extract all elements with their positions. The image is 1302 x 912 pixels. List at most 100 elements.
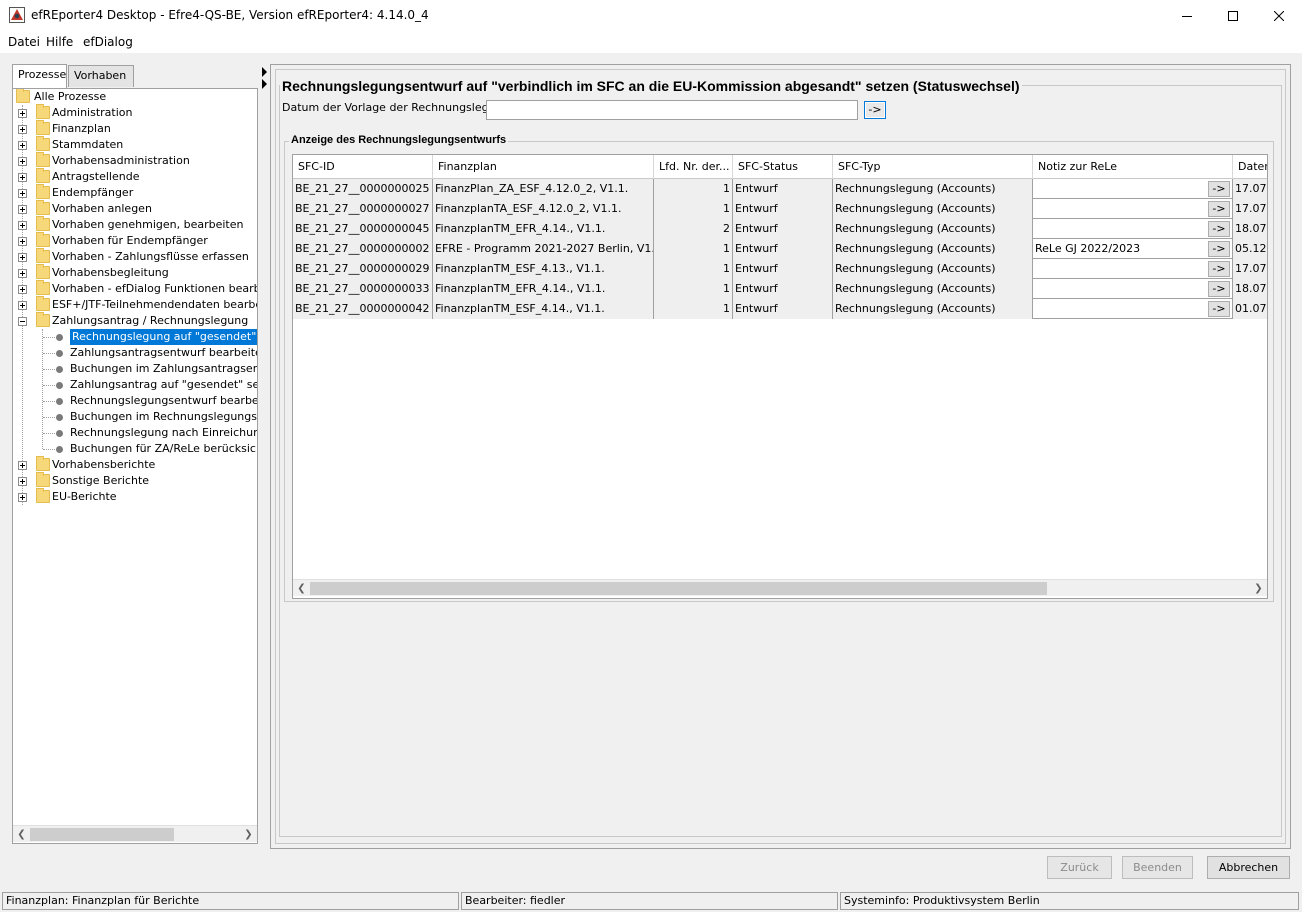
tree-leaf[interactable]: Rechnungslegung nach Einreichung korrigi… bbox=[13, 425, 257, 441]
notiz-edit-button[interactable]: -> bbox=[1208, 181, 1230, 197]
tree-folder[interactable]: ESF+/JTF-Teilnehmendendaten bearbeiten bbox=[13, 296, 257, 313]
tree-leaf[interactable]: Buchungen im Rechnungslegungsentwurf bbox=[13, 409, 257, 425]
cell-daten: 05.12. bbox=[1233, 239, 1267, 259]
tree-leaf[interactable]: Buchungen im Zahlungsantragsentwurf bbox=[13, 361, 257, 377]
tree-leaf[interactable]: Zahlungsantrag auf "gesendet" setzen bbox=[13, 377, 257, 393]
table-row[interactable]: BE_21_27__0000000042 FinanzplanTM_ESF_4.… bbox=[293, 299, 1267, 319]
table-row[interactable]: BE_21_27__0000000045 FinanzplanTM_EFR_4.… bbox=[293, 219, 1267, 239]
expand-icon[interactable] bbox=[18, 253, 27, 262]
expand-icon[interactable] bbox=[18, 461, 27, 470]
expand-arrow-icon[interactable] bbox=[262, 67, 267, 77]
tree-folder[interactable]: Stammdaten bbox=[13, 136, 257, 153]
folder-icon bbox=[36, 456, 50, 471]
tree-leaf[interactable]: Rechnungslegungsentwurf bearbeiten bbox=[13, 393, 257, 409]
table-row[interactable]: BE_21_27__0000000025 FinanzPlan_ZA_ESF_4… bbox=[293, 179, 1267, 199]
cell-status: Entwurf bbox=[733, 279, 833, 299]
tree-folder-zahlungsantrag[interactable]: Zahlungsantrag / Rechnungslegung bbox=[13, 312, 257, 329]
notiz-edit-button[interactable]: -> bbox=[1208, 261, 1230, 277]
tree-connector bbox=[43, 449, 55, 450]
cell-typ: Rechnungslegung (Accounts) bbox=[833, 299, 1033, 319]
expand-icon[interactable] bbox=[18, 173, 27, 182]
notiz-edit-button[interactable]: -> bbox=[1208, 221, 1230, 237]
tree-folder[interactable]: Sonstige Berichte bbox=[13, 472, 257, 489]
col-daten[interactable]: Daten bbox=[1233, 155, 1267, 179]
tree-folder[interactable]: Vorhaben - efDialog Funktionen bearbeite… bbox=[13, 280, 257, 297]
expand-icon[interactable] bbox=[18, 493, 27, 502]
maximize-button[interactable] bbox=[1210, 0, 1256, 31]
back-button[interactable]: Zurück bbox=[1047, 856, 1112, 879]
collapse-icon[interactable] bbox=[18, 317, 27, 326]
menu-efdialog[interactable]: efDialog bbox=[83, 35, 133, 49]
date-input[interactable] bbox=[486, 100, 858, 120]
col-sfc-status[interactable]: SFC-Status bbox=[733, 155, 833, 179]
menu-hilfe[interactable]: Hilfe bbox=[46, 35, 73, 49]
notiz-edit-button[interactable]: -> bbox=[1208, 301, 1230, 317]
cancel-button[interactable]: Abbrechen bbox=[1207, 856, 1290, 879]
collapse-arrow-icon[interactable] bbox=[262, 79, 267, 89]
tree-horizontal-scrollbar[interactable]: ❮ ❯ bbox=[13, 825, 257, 842]
minimize-button[interactable] bbox=[1164, 0, 1210, 31]
tab-vorhaben[interactable]: Vorhaben bbox=[68, 65, 134, 87]
col-finanzplan[interactable]: Finanzplan bbox=[433, 155, 654, 179]
scroll-right-icon[interactable]: ❯ bbox=[1250, 580, 1267, 597]
tree-leaf[interactable]: Zahlungsantragsentwurf bearbeiten bbox=[13, 345, 257, 361]
expand-icon[interactable] bbox=[18, 269, 27, 278]
tree-folder[interactable]: Antragstellende bbox=[13, 168, 257, 185]
tree-leaf[interactable]: Rechnungslegung auf "gesendet" setzen bbox=[13, 329, 257, 345]
expand-icon[interactable] bbox=[18, 205, 27, 214]
tree-leaf[interactable]: Buchungen für ZA/ReLe berücksichtigen bbox=[13, 441, 257, 457]
expand-icon[interactable] bbox=[18, 125, 27, 134]
tree-folder[interactable]: Vorhaben für Endempfänger bbox=[13, 232, 257, 249]
tree-folder[interactable]: Vorhabensadministration bbox=[13, 152, 257, 169]
col-lfd-nr[interactable]: Lfd. Nr. der... bbox=[654, 155, 733, 179]
tree-folder[interactable]: Vorhabensberichte bbox=[13, 456, 257, 473]
tree-folder[interactable]: Administration bbox=[13, 104, 257, 121]
scrollbar-thumb[interactable] bbox=[310, 582, 1047, 595]
tree-folder[interactable]: Vorhabensbegleitung bbox=[13, 264, 257, 281]
notiz-edit-button[interactable]: -> bbox=[1208, 241, 1230, 257]
folder-icon bbox=[16, 89, 30, 103]
scroll-left-icon[interactable]: ❮ bbox=[13, 826, 30, 843]
cell-lfd-nr: 1 bbox=[654, 279, 733, 299]
col-notiz[interactable]: Notiz zur ReLe bbox=[1033, 155, 1233, 179]
notiz-edit-button[interactable]: -> bbox=[1208, 281, 1230, 297]
scroll-left-icon[interactable]: ❮ bbox=[293, 580, 310, 597]
menu-datei[interactable]: Datei bbox=[8, 35, 40, 49]
expand-icon[interactable] bbox=[18, 141, 27, 150]
col-sfc-id[interactable]: SFC-ID bbox=[293, 155, 433, 179]
tree-folder[interactable]: Vorhaben - Zahlungsflüsse erfassen bbox=[13, 248, 257, 265]
expand-icon[interactable] bbox=[18, 285, 27, 294]
col-sfc-typ[interactable]: SFC-Typ bbox=[833, 155, 1033, 179]
expand-icon[interactable] bbox=[18, 157, 27, 166]
finish-button[interactable]: Beenden bbox=[1122, 856, 1193, 879]
table-row[interactable]: BE_21_27__0000000002 EFRE - Programm 202… bbox=[293, 239, 1267, 259]
tree-folder[interactable]: Endempfänger bbox=[13, 184, 257, 201]
folder-icon bbox=[36, 168, 50, 183]
table-horizontal-scrollbar[interactable]: ❮ ❯ bbox=[293, 579, 1267, 596]
expand-icon[interactable] bbox=[18, 301, 27, 310]
tree-folder[interactable]: Vorhaben anlegen bbox=[13, 200, 257, 217]
cell-notiz: -> bbox=[1033, 259, 1233, 279]
scrollbar-thumb[interactable] bbox=[30, 828, 174, 841]
tree-folder[interactable]: Vorhaben genehmigen, bearbeiten bbox=[13, 216, 257, 233]
tree-folder[interactable]: EU-Berichte bbox=[13, 488, 257, 505]
expand-icon[interactable] bbox=[18, 109, 27, 118]
expand-icon[interactable] bbox=[18, 189, 27, 198]
tree-root[interactable]: Alle Prozesse bbox=[13, 89, 257, 105]
cell-typ: Rechnungslegung (Accounts) bbox=[833, 279, 1033, 299]
panel-splitter[interactable] bbox=[260, 62, 268, 852]
expand-icon[interactable] bbox=[18, 221, 27, 230]
notiz-edit-button[interactable]: -> bbox=[1208, 201, 1230, 217]
scroll-right-icon[interactable]: ❯ bbox=[240, 826, 257, 843]
expand-icon[interactable] bbox=[18, 477, 27, 486]
cell-status: Entwurf bbox=[733, 219, 833, 239]
close-icon bbox=[1274, 10, 1284, 21]
date-apply-button[interactable]: -> bbox=[864, 101, 886, 119]
tab-prozesse[interactable]: Prozesse bbox=[12, 64, 67, 88]
expand-icon[interactable] bbox=[18, 237, 27, 246]
table-row[interactable]: BE_21_27__0000000033 FinanzplanTM_EFR_4.… bbox=[293, 279, 1267, 299]
tree-folder[interactable]: Finanzplan bbox=[13, 120, 257, 137]
close-button[interactable] bbox=[1256, 0, 1302, 31]
table-row[interactable]: BE_21_27__0000000027 FinanzplanTA_ESF_4.… bbox=[293, 199, 1267, 219]
table-row[interactable]: BE_21_27__0000000029 FinanzplanTM_ESF_4.… bbox=[293, 259, 1267, 279]
